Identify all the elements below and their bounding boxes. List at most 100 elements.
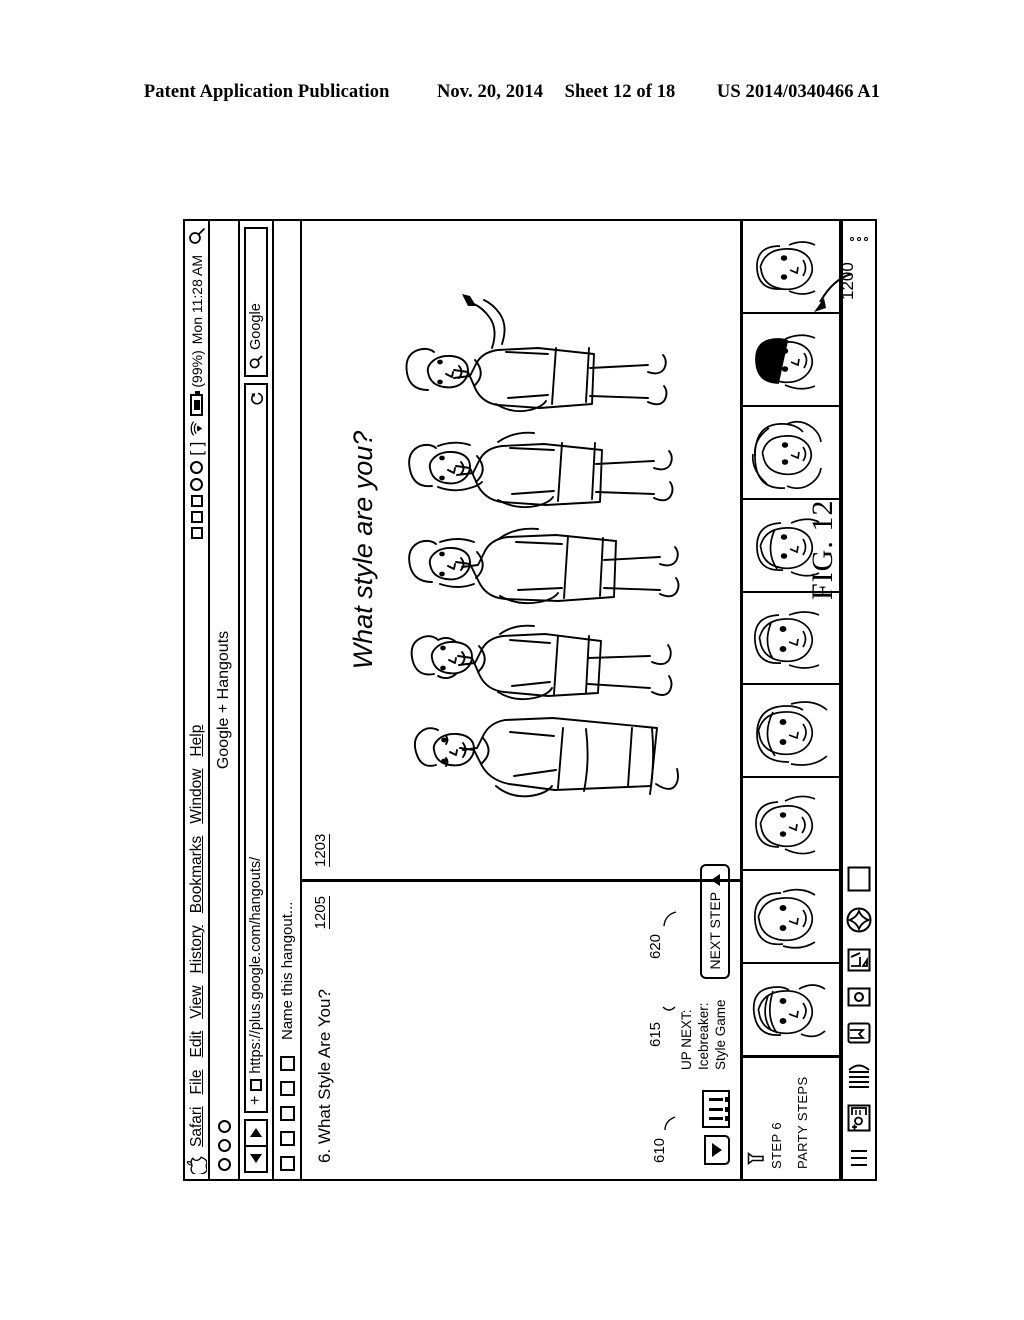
window-icon[interactable] <box>847 866 871 892</box>
bookmark-item-5[interactable] <box>279 1056 295 1071</box>
more-icon[interactable] <box>850 231 868 241</box>
zoom-button[interactable] <box>217 1120 231 1133</box>
traffic-light-buttons <box>217 1120 231 1171</box>
star-icon[interactable] <box>846 907 872 933</box>
bookmark-item-3[interactable] <box>279 1106 295 1121</box>
reference-numeral-1205: 1205 <box>312 896 330 930</box>
next-step-label: NEXT STEP <box>707 891 723 970</box>
patent-number: US 2014/0340466 A1 <box>716 82 881 102</box>
search-placeholder-text: Google <box>248 303 264 350</box>
lead-line-615 <box>662 1006 676 1011</box>
book-icon[interactable] <box>847 1059 871 1089</box>
reload-button[interactable] <box>249 391 264 412</box>
battery-icon[interactable] <box>190 393 203 416</box>
lead-line-620 <box>663 911 677 927</box>
stage-caption: What style are you? <box>348 430 378 670</box>
filmstrip-label-cell: STEP 6 PARTY STEPS <box>743 1055 839 1179</box>
wifi-icon[interactable] <box>190 420 203 437</box>
camera-icon[interactable] <box>847 987 871 1007</box>
participant-thumbnail-7[interactable] <box>743 404 839 498</box>
five-fashion-figures-line-art <box>405 294 680 798</box>
apple-logo-icon <box>186 1156 207 1174</box>
menu-item-edit[interactable]: Edit <box>188 1031 205 1058</box>
menu-item-file[interactable]: File <box>188 1070 205 1095</box>
menu-item-help[interactable]: Help <box>188 725 205 757</box>
reference-numeral-615: 615 <box>647 1021 665 1047</box>
search-field[interactable]: Google <box>244 227 268 377</box>
hangout-main-area: 6. What Style Are You? 1205 610 615 620 <box>302 221 743 1179</box>
participants-filmstrip: STEP 6 PARTY STEPS <box>743 221 839 1179</box>
step-settings-group <box>702 1090 730 1165</box>
reload-icon <box>250 392 263 405</box>
back-button[interactable] <box>246 1147 266 1171</box>
reference-numeral-620: 620 <box>647 933 665 959</box>
web-page-content: 6. What Style Are You? 1205 610 615 620 <box>302 219 841 1181</box>
browser-toolbar: + https://plus.google.com/hangouts/ Goog… <box>240 219 274 1181</box>
publication-date: Nov. 20, 2014 <box>436 82 544 102</box>
status-icon-4[interactable] <box>190 477 203 491</box>
patent-page-header: Patent Application Publication Nov. 20, … <box>0 82 1024 103</box>
participant-thumbnail-4[interactable] <box>743 683 839 777</box>
participant-thumbnail-3[interactable] <box>743 776 839 870</box>
up-next-label: UP NEXT: <box>679 1009 695 1070</box>
steps-control-row: UP NEXT: Icebreaker: Style Game NEXT STE… <box>679 863 730 1165</box>
participant-thumbnail-1[interactable] <box>743 962 839 1055</box>
forward-arrow-icon <box>250 1128 262 1138</box>
bookmark-item-2[interactable] <box>279 1131 295 1146</box>
lead-arrow-1200 <box>814 273 853 312</box>
bookmarks-bar: Name this hangout... <box>274 219 302 1181</box>
menu-bar-clock: Mon 11:28 AM <box>188 255 205 345</box>
add-contact-icon[interactable] <box>847 1104 871 1132</box>
new-tab-plus-label[interactable]: + <box>247 1096 264 1105</box>
battery-percent: (99%) <box>188 350 205 388</box>
reference-numeral-1203: 1203 <box>312 833 330 867</box>
status-bracket-icon: [ ] <box>187 441 206 456</box>
back-arrow-icon <box>250 1154 262 1164</box>
bookmark-icon[interactable] <box>847 1022 871 1044</box>
page-icon <box>250 1078 262 1091</box>
address-bar[interactable]: + https://plus.google.com/hangouts/ <box>244 383 268 1113</box>
up-next-block: UP NEXT: Icebreaker: Style Game <box>679 999 730 1070</box>
window-title-bar: Google + Hangouts <box>210 219 240 1181</box>
status-icon-2[interactable] <box>190 510 203 523</box>
status-icon-5[interactable] <box>190 460 203 474</box>
steps-controls: 610 615 620 UP NEXT: Icebreaker: Style G… <box>647 863 740 1179</box>
search-icon <box>249 355 263 369</box>
party-steps-panel: 6. What Style Are You? 1205 610 615 620 <box>302 863 740 1179</box>
bottom-toolbar <box>841 219 877 1181</box>
sidebar-icon[interactable] <box>848 1147 870 1169</box>
menu-item-history[interactable]: History <box>188 925 205 973</box>
status-icon-3[interactable] <box>190 494 203 507</box>
lead-line-610 <box>664 1116 676 1131</box>
step-dropdown-button[interactable] <box>704 1135 730 1165</box>
next-step-button[interactable]: NEXT STEP <box>700 863 730 980</box>
participant-thumbnail-2[interactable] <box>743 869 839 963</box>
navigation-buttons <box>244 1119 268 1173</box>
figure-label: FIG. 12 <box>806 499 839 600</box>
bookmark-item-1[interactable] <box>279 1156 295 1171</box>
party-steps-label: PARTY STEPS <box>795 1076 810 1169</box>
up-next-activity: Icebreaker: <box>696 1002 712 1070</box>
up-next-activity-name: Style Game <box>713 999 729 1070</box>
cup-icon <box>747 1152 764 1165</box>
forward-button[interactable] <box>246 1121 266 1147</box>
menu-item-safari[interactable]: Safari <box>188 1107 205 1148</box>
close-button[interactable] <box>217 1158 231 1171</box>
status-icon-1[interactable] <box>190 526 203 539</box>
spotlight-search-icon[interactable] <box>188 227 206 245</box>
menu-item-bookmarks[interactable]: Bookmarks <box>188 836 205 914</box>
sliders-icon[interactable] <box>702 1090 730 1128</box>
hangout-name-input[interactable]: Name this hangout... <box>279 902 296 1040</box>
publication-label: Patent Application Publication <box>143 82 390 102</box>
safari-browser-window: Safari File Edit View History Bookmarks … <box>183 219 877 1181</box>
menu-item-view[interactable]: View <box>188 985 205 1018</box>
bookmark-item-4[interactable] <box>279 1081 295 1096</box>
minimize-button[interactable] <box>217 1139 231 1152</box>
menu-item-window[interactable]: Window <box>188 769 205 824</box>
step-title: 6. What Style Are You? <box>315 989 334 1163</box>
video-stage: 1203 What style are you? <box>302 221 740 879</box>
share-icon[interactable] <box>847 948 871 972</box>
window-title: Google + Hangouts <box>215 630 232 770</box>
participant-thumbnail-5[interactable] <box>743 590 839 684</box>
dropdown-triangle-icon <box>712 1143 722 1157</box>
